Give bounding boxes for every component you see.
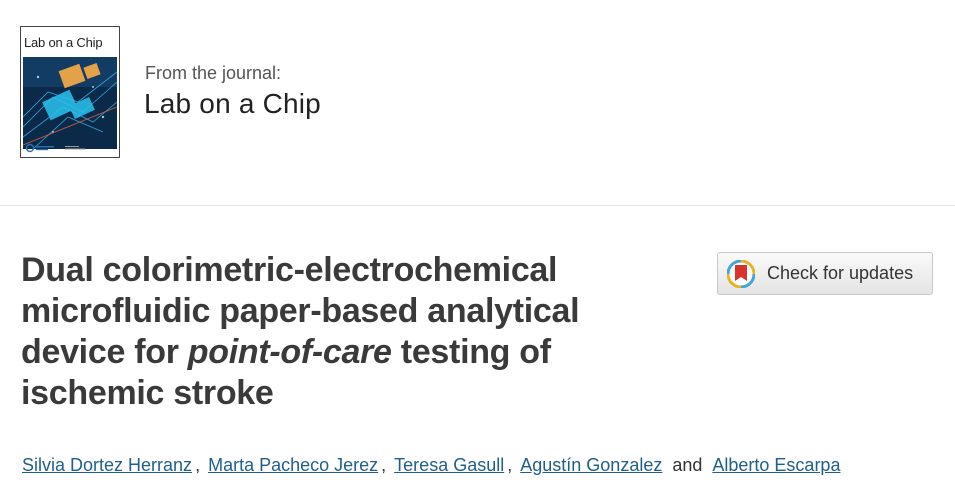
author-link-2[interactable]: Marta Pacheco Jerez: [208, 455, 378, 475]
author-link-4[interactable]: Agustín Gonzalez: [520, 455, 662, 475]
journal-name-link[interactable]: Lab on a Chip: [144, 88, 321, 120]
journal-cover-image[interactable]: Lab on a Chip: [20, 26, 120, 158]
check-for-updates-button[interactable]: Check for updates: [717, 252, 933, 295]
author-link-5[interactable]: Alberto Escarpa: [712, 455, 840, 475]
header-divider: [0, 205, 955, 206]
author-separator: ,: [381, 455, 387, 475]
cover-publisher-logo: [25, 143, 85, 153]
crossmark-icon: [727, 260, 755, 288]
article-title: Dual colorimetric-electrochemical microf…: [21, 250, 661, 414]
author-conjunction: and: [672, 455, 703, 475]
cover-title: Lab on a Chip: [24, 35, 103, 50]
author-link-3[interactable]: Teresa Gasull: [394, 455, 504, 475]
author-link-1[interactable]: Silvia Dortez Herranz: [22, 455, 192, 475]
journal-header: Lab on a Chip From the journal: Lab on a…: [0, 0, 955, 206]
journal-from-label: From the journal:: [145, 63, 282, 83]
author-separator: ,: [507, 455, 513, 475]
author-list: Silvia Dortez Herranz, Marta Pacheco Jere…: [22, 455, 840, 476]
cover-artwork: [23, 57, 117, 149]
check-for-updates-label: Check for updates: [767, 263, 914, 283]
article-title-italic: point-of-care: [187, 333, 392, 371]
author-separator: ,: [195, 455, 201, 475]
